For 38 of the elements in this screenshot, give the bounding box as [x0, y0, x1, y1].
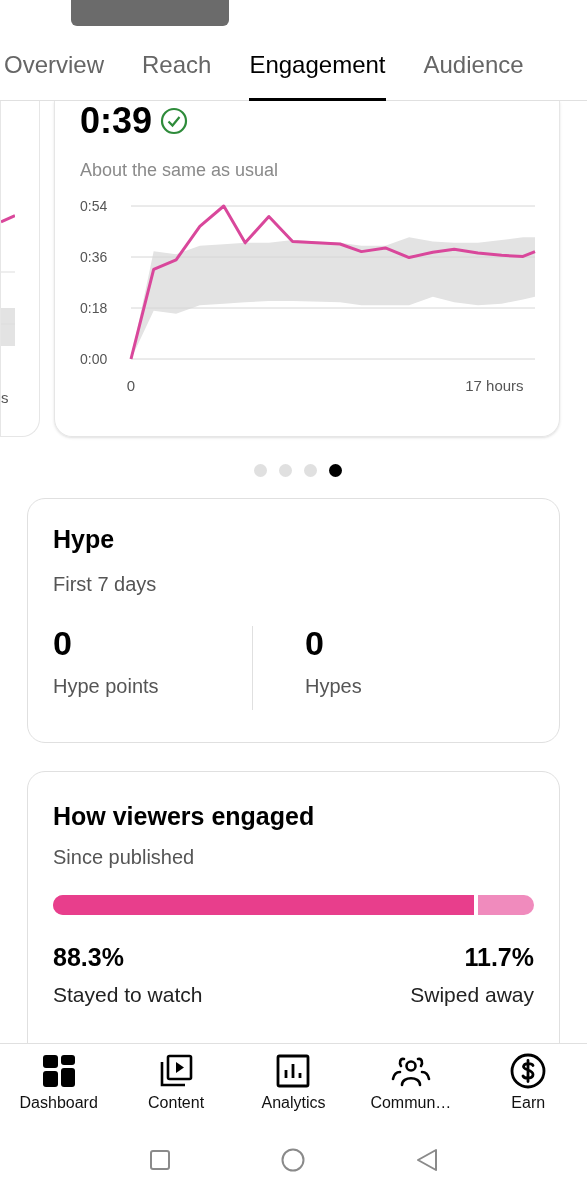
stat-label: Stayed to watch — [53, 984, 203, 1005]
stat-label: Swiped away — [410, 984, 534, 1005]
dashboard-icon — [41, 1054, 76, 1088]
home-icon[interactable] — [280, 1148, 305, 1172]
tab[interactable]: Reach — [142, 30, 212, 100]
nav-tab[interactable]: Content — [126, 1053, 227, 1111]
nav-tab[interactable]: Analytics — [243, 1053, 344, 1111]
stat-label: Hype points — [53, 676, 160, 696]
recent-apps-icon[interactable] — [148, 1149, 171, 1171]
axis-label: 17 hours — [465, 377, 524, 394]
tab[interactable]: Overview — [4, 30, 105, 100]
stat-value: 0 — [53, 626, 73, 660]
axis-label: 0:36 — [80, 249, 108, 265]
card-title: Hype — [53, 527, 116, 552]
stat-value: 88.3% — [53, 945, 125, 970]
stat-value: 11.7% — [463, 945, 534, 970]
retention-value: 0:39 — [80, 103, 153, 139]
nav-tab[interactable]: Dashboard — [8, 1053, 109, 1111]
analytics-icon — [276, 1054, 311, 1088]
back-icon[interactable] — [414, 1148, 439, 1172]
nav-tab[interactable]: Earn — [478, 1053, 579, 1111]
tab[interactable]: Engagement — [249, 30, 386, 100]
axis-label: 0:54 — [80, 198, 108, 214]
axis-label: s — [1, 390, 9, 405]
axis-label: 0:00 — [80, 351, 108, 367]
card-title: How viewers engaged — [53, 804, 316, 829]
check-circle-icon — [160, 107, 189, 135]
nav-tab[interactable]: Commun… — [360, 1053, 461, 1111]
stat-value: 0 — [305, 626, 325, 660]
tab[interactable]: Audience — [423, 30, 524, 100]
axis-label: 0:18 — [80, 300, 108, 316]
retention-status: About the same as usual — [80, 159, 280, 182]
card-subtitle: First 7 days — [53, 574, 158, 594]
card-subtitle: Since published — [53, 847, 196, 867]
axis-label: 0 — [126, 377, 136, 394]
dollar-circle-icon — [510, 1053, 547, 1089]
video-library-icon — [159, 1054, 194, 1088]
stat-label: Hypes — [305, 676, 362, 696]
